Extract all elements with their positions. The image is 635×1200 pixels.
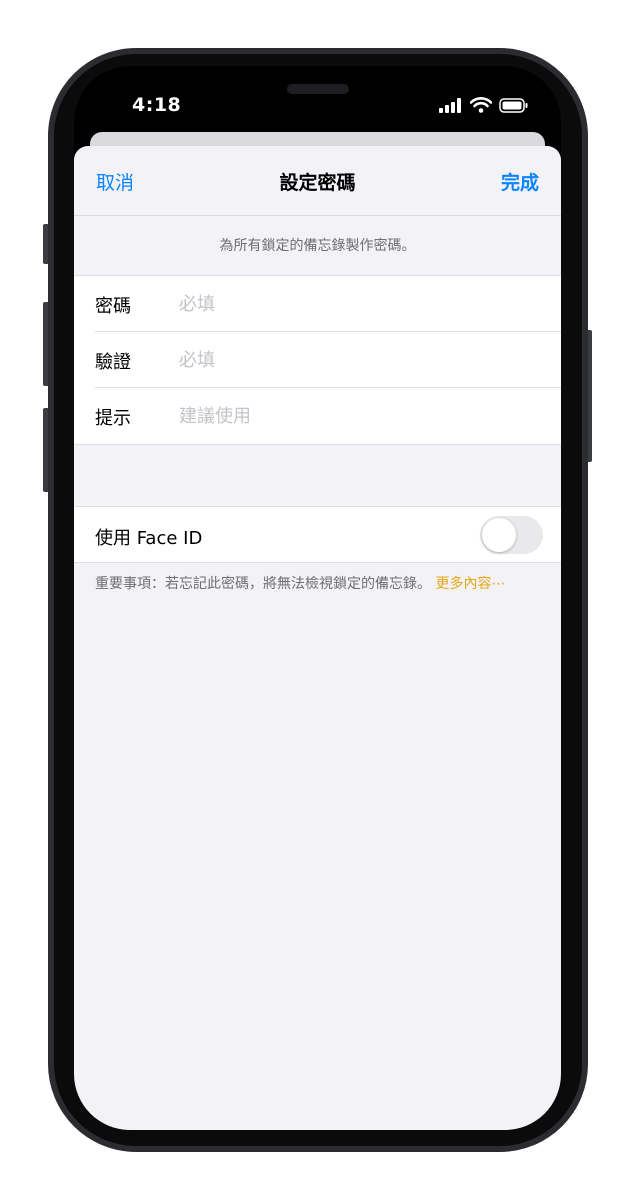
face-id-label: 使用 Face ID xyxy=(95,528,203,549)
verify-row: 驗證 xyxy=(74,332,561,388)
password-form: 密碼 驗證 提示 xyxy=(74,275,561,445)
nav-bar: 取消 設定密碼 完成 xyxy=(74,146,561,216)
wifi-icon xyxy=(470,97,492,113)
password-label: 密碼 xyxy=(95,296,131,317)
description-text: 為所有鎖定的備忘錄製作密碼。 xyxy=(219,238,416,254)
page-title: 設定密碼 xyxy=(279,172,356,194)
earpiece-speaker xyxy=(287,84,349,94)
done-button[interactable]: 完成 xyxy=(501,168,539,195)
face-id-row: 使用 Face ID xyxy=(74,506,561,563)
password-field[interactable] xyxy=(179,289,529,319)
more-info-link[interactable]: 更多內容⋯ xyxy=(435,576,505,592)
verify-label: 驗證 xyxy=(95,352,131,373)
toggle-knob xyxy=(482,518,516,552)
face-id-toggle[interactable] xyxy=(480,516,543,554)
footnote-text: 重要事項：若忘記此密碼，將無法檢視鎖定的備忘錄。 xyxy=(95,576,431,592)
battery-icon xyxy=(499,97,528,113)
verify-field[interactable] xyxy=(179,345,529,375)
status-time: 4:18 xyxy=(132,94,182,116)
set-password-sheet: 取消 設定密碼 完成 為所有鎖定的備忘錄製作密碼。 密碼 驗證 提示 使用 Fa… xyxy=(74,146,561,1130)
password-row: 密碼 xyxy=(74,276,561,332)
hint-label: 提示 xyxy=(95,408,131,429)
hint-row: 提示 xyxy=(74,388,561,444)
status-icons xyxy=(439,97,529,113)
status-bar: 4:18 xyxy=(74,66,561,136)
cellular-signal-icon xyxy=(439,97,461,113)
hint-field[interactable] xyxy=(179,401,529,431)
footnote: 重要事項：若忘記此密碼，將無法檢視鎖定的備忘錄。 更多內容⋯ xyxy=(95,573,535,595)
phone-screen: 4:18 取消 設定密碼 完成 為所有鎖定的備忘錄製作密碼。 密碼 驗證 提示 … xyxy=(74,66,561,1130)
